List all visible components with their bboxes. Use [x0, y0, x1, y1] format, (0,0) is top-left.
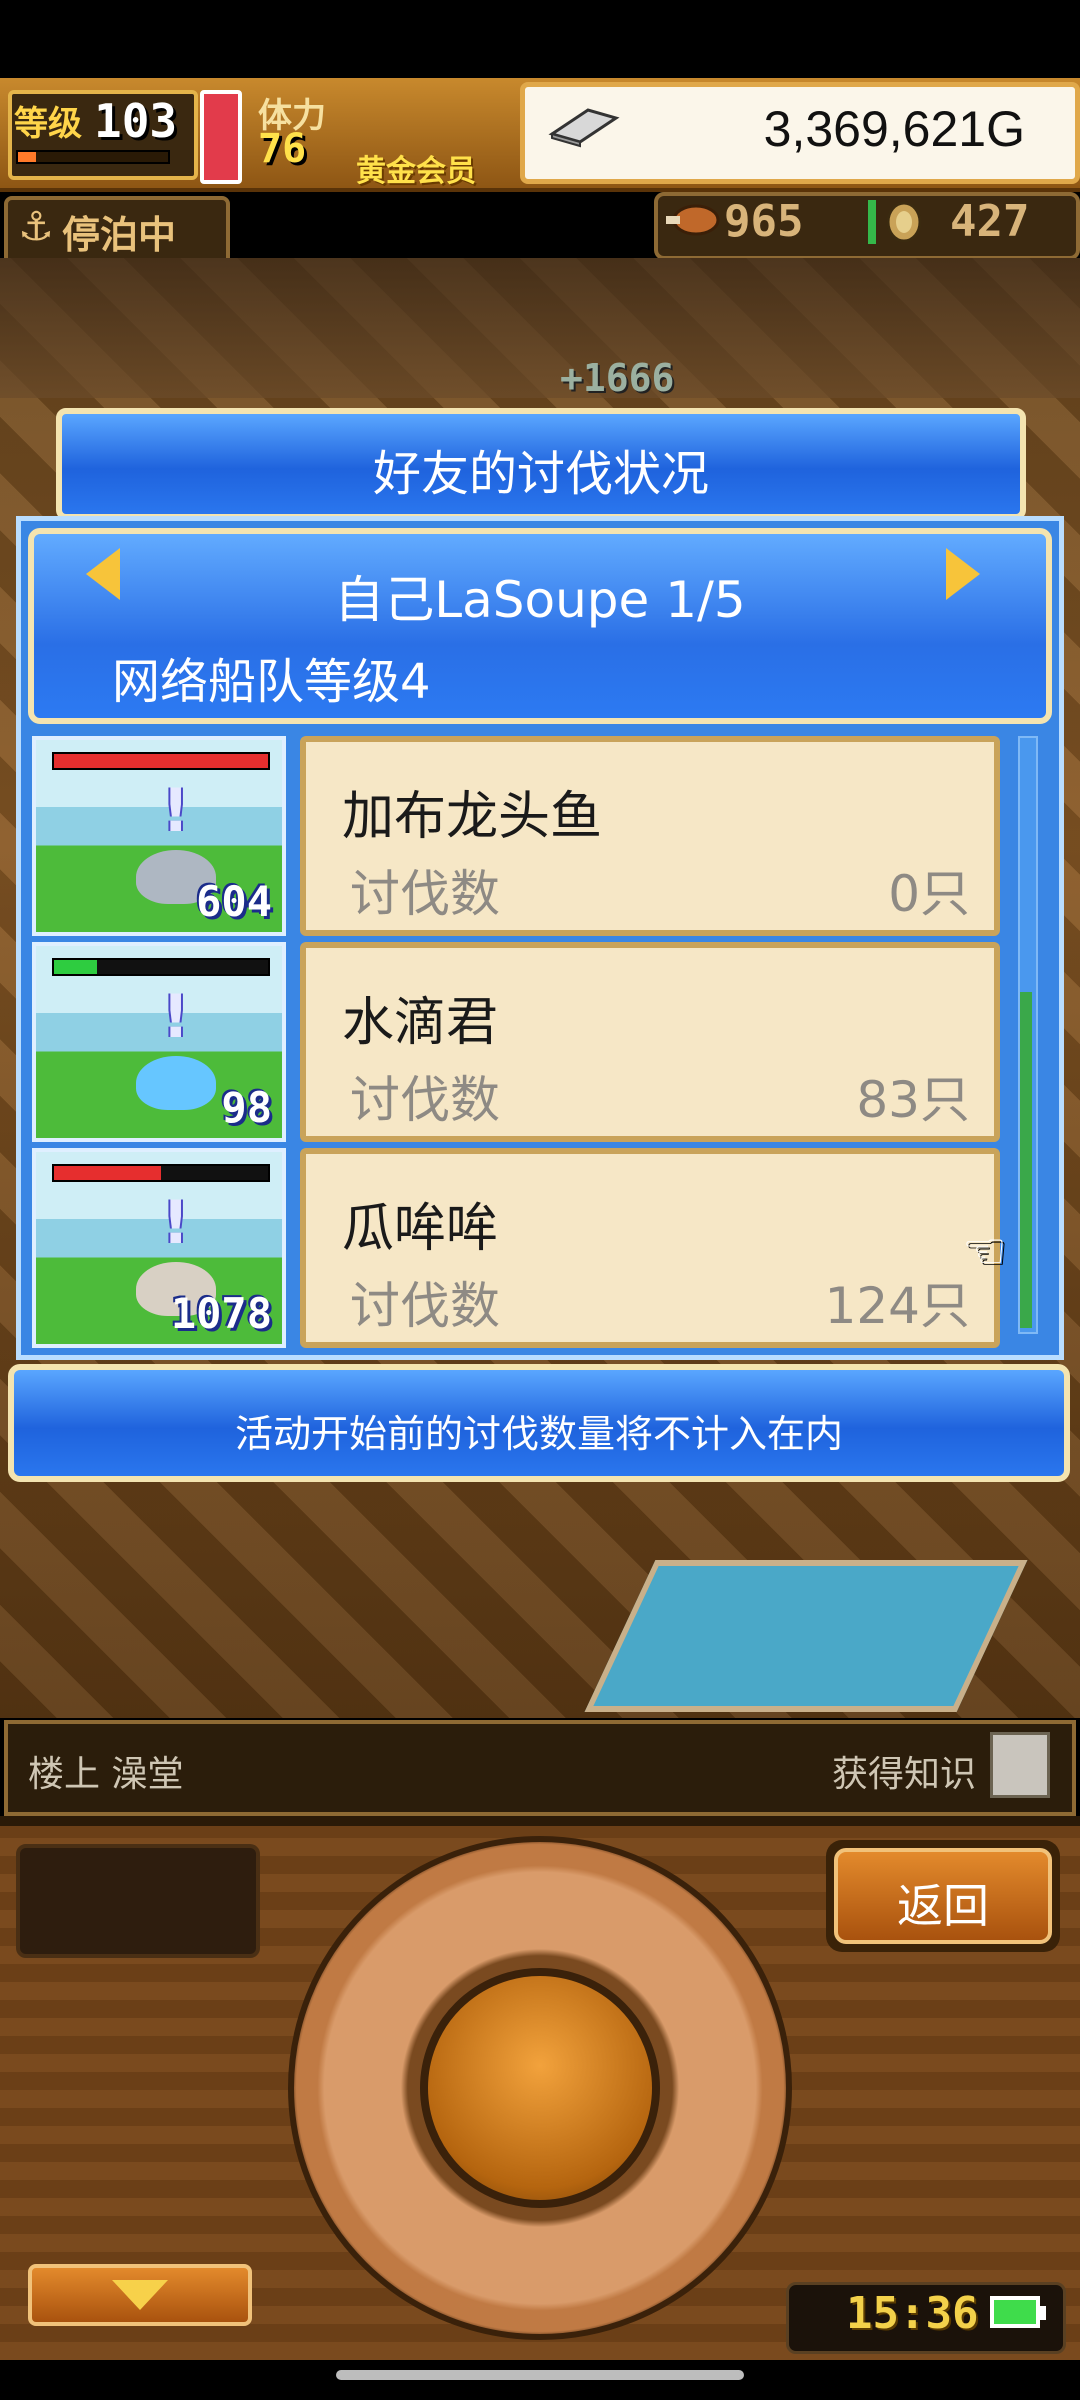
monster-row[interactable]: ! 1078 瓜哞哞讨伐数 124只: [32, 1148, 1004, 1348]
floating-income: +1666: [560, 356, 675, 400]
monster-hp-bar: [52, 1164, 270, 1182]
monster-hp-bar: [52, 752, 270, 770]
exp-bar: [16, 150, 170, 164]
stamina-value: 76: [258, 126, 307, 172]
player-name: 自己LaSoupe 1/5: [334, 571, 746, 629]
monster-power: 1078: [170, 1289, 272, 1338]
battery-tip: [1040, 2306, 1046, 2320]
kill-count-value: 124只: [824, 1277, 970, 1335]
kill-count-label: 讨伐数: [350, 1277, 500, 1335]
silver-bar-icon: [548, 108, 620, 148]
kill-count-value: 0只: [888, 865, 970, 923]
monster-name: 加布龙头鱼: [342, 787, 603, 847]
exp-bar-fill: [18, 152, 36, 162]
monster-card: 瓜哞哞讨伐数 124只: [300, 1148, 1000, 1348]
alert-icon: !: [162, 1188, 190, 1258]
health-gauge: [200, 90, 242, 184]
knowledge-label: 获得知识: [832, 1754, 977, 1795]
dialog-title: 好友的讨伐状况: [372, 446, 709, 502]
monster-power: 98: [221, 1083, 272, 1132]
system-bottom-bar: [0, 2360, 1080, 2400]
monster-row[interactable]: ! 604 加布龙头鱼讨伐数 0只: [32, 736, 1004, 936]
monster-thumbnail: ! 98: [32, 942, 286, 1142]
kill-count-label: 讨伐数: [350, 1071, 500, 1129]
kill-count-label: 讨伐数: [350, 865, 500, 923]
moor-status: 停泊中: [62, 213, 177, 257]
clock: 15:36: [846, 2288, 979, 2339]
map-pool: [584, 1560, 1028, 1712]
monster-hp-bar: [52, 958, 270, 976]
meat-icon: [666, 204, 720, 236]
monster-hp-fill: [54, 754, 268, 768]
monster-hp-fill: [54, 960, 97, 974]
monster-sprite-icon: [136, 1056, 216, 1110]
resource-divider: [868, 200, 876, 244]
event-note: 活动开始前的讨伐数量将不计入在内: [234, 1412, 843, 1456]
monster-name: 水滴君: [342, 993, 499, 1053]
monster-hp-fill: [54, 1166, 161, 1180]
monster-thumbnail: ! 1078: [32, 1148, 286, 1348]
chevron-down-icon[interactable]: [112, 2280, 168, 2310]
alert-icon: !: [162, 776, 190, 846]
medal-value: 427: [950, 196, 1030, 247]
mini-screen: [16, 1844, 260, 1958]
monster-thumbnail: ! 604: [32, 736, 286, 936]
membership-badge: 黄金会员: [356, 154, 476, 189]
controller-top-edge: [0, 1816, 1080, 1826]
map-walls: [0, 258, 1080, 398]
hand-pointer-icon: ☜: [962, 1222, 1007, 1280]
status-bar: [0, 0, 1080, 78]
fleet-level: 网络船队等级4: [112, 654, 431, 710]
monster-card: 水滴君讨伐数 83只: [300, 942, 1000, 1142]
prev-player-arrow-icon[interactable]: [86, 548, 120, 600]
fist-icon: [990, 1732, 1050, 1798]
home-indicator[interactable]: [336, 2370, 744, 2380]
anchor-icon: ⚓: [18, 204, 54, 250]
list-scrollbar-thumb[interactable]: [1020, 992, 1032, 1328]
battery-icon: [990, 2296, 1040, 2328]
monster-power: 604: [196, 877, 272, 926]
level-label: 等级: [14, 104, 82, 144]
food-value: 965: [724, 196, 804, 247]
kill-count-value: 83只: [856, 1071, 970, 1129]
dpad-center-button[interactable]: [420, 1968, 660, 2208]
monster-row[interactable]: ! 98 水滴君讨伐数 83只: [32, 942, 1004, 1142]
money-value: 3,369,621G: [763, 101, 1025, 157]
monster-card: 加布龙头鱼讨伐数 0只: [300, 736, 1000, 936]
alert-icon: !: [162, 982, 190, 1052]
current-location: 楼上 澡堂: [28, 1754, 184, 1795]
medal-icon: [886, 201, 922, 243]
monster-name: 瓜哞哞: [342, 1199, 499, 1259]
level-value: 103: [94, 94, 178, 148]
back-button-label[interactable]: 返回: [834, 1870, 1052, 1936]
